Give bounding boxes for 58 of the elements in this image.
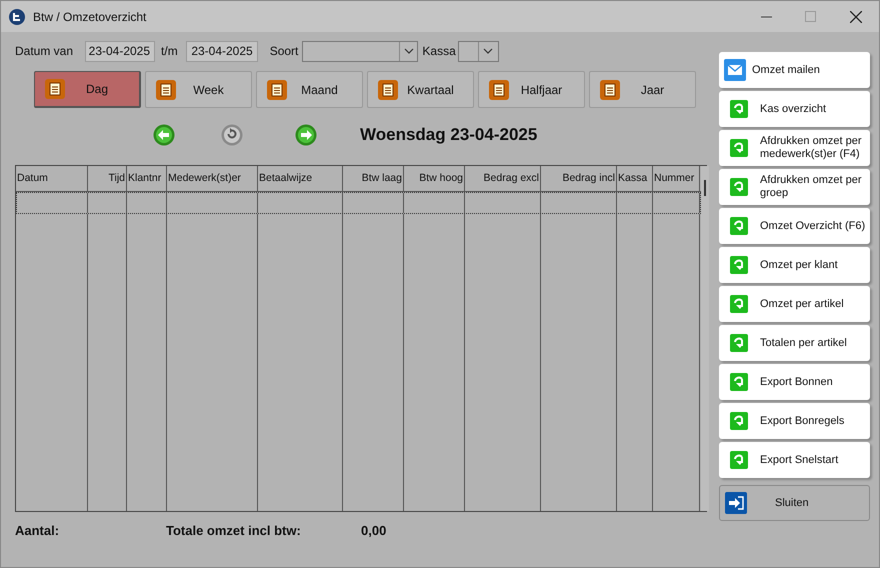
column-header[interactable]: Btw hoog — [404, 166, 465, 191]
close-button[interactable]: Sluiten — [719, 485, 870, 521]
column-header[interactable]: Bedrag excl — [465, 166, 541, 191]
period-tab[interactable]: Jaar — [589, 71, 696, 108]
current-date-heading: Woensdag 23-04-2025 — [360, 124, 538, 146]
date-to-label: t/m — [161, 43, 178, 60]
clipboard-icon — [156, 80, 176, 100]
window-title: Btw / Omzetoverzicht — [33, 8, 146, 26]
column-header[interactable]: Tijd — [88, 166, 127, 191]
refresh-icon[interactable] — [221, 124, 243, 146]
date-from-field[interactable]: 23-04-2025 — [85, 40, 156, 62]
scrollbar[interactable] — [701, 166, 709, 511]
chevron-down-icon — [404, 48, 414, 54]
column-header[interactable]: Betaalwijze — [258, 166, 343, 191]
close-icon[interactable] — [850, 10, 862, 22]
action-button[interactable]: Omzet per artikel — [719, 286, 870, 322]
envelope-icon — [724, 59, 746, 81]
action-button[interactable]: Totalen per artikel — [719, 325, 870, 361]
date-to-field[interactable]: 23-04-2025 — [186, 40, 258, 62]
column-header[interactable]: Bedrag incl — [541, 166, 617, 191]
date-from-label: Datum van — [15, 43, 74, 60]
column-header[interactable]: Klantnr — [127, 166, 167, 191]
column-header[interactable]: Datum — [16, 166, 88, 191]
column-header[interactable]: Nummer — [653, 166, 700, 191]
action-button[interactable]: Afdrukken omzet per medewerk(st)er (F4) — [719, 130, 870, 166]
action-button[interactable]: Export Snelstart — [719, 442, 870, 478]
period-tab[interactable]: Maand — [256, 71, 363, 108]
clipboard-icon — [600, 80, 620, 100]
action-button[interactable]: Omzet Overzicht (F6) — [719, 208, 870, 244]
period-tab[interactable]: Week — [145, 71, 252, 108]
kassa-label: Kassa — [422, 43, 456, 60]
period-tab[interactable]: Kwartaal — [367, 71, 474, 108]
action-button[interactable]: Afdrukken omzet per groep — [719, 169, 870, 205]
chevron-down-icon — [483, 48, 494, 54]
action-button[interactable]: Export Bonregels — [719, 403, 870, 439]
column-header[interactable]: Medewerk(st)er — [167, 166, 258, 191]
clipboard-icon — [267, 80, 287, 100]
clipboard-icon — [489, 80, 509, 100]
back-arrow-icon[interactable] — [153, 124, 175, 146]
exit-icon — [725, 492, 747, 514]
action-button[interactable]: Export Bonnen — [719, 364, 870, 400]
clipboard-icon — [378, 80, 398, 100]
period-tab[interactable]: Halfjaar — [478, 71, 585, 108]
action-button[interactable]: Kas overzicht — [719, 91, 870, 127]
count-label: Aantal: — [15, 522, 60, 540]
clipboard-icon — [45, 79, 65, 99]
period-tab[interactable]: Dag — [34, 71, 141, 108]
total-value: 0,00 — [361, 522, 386, 540]
forward-arrow-icon[interactable] — [295, 124, 317, 146]
column-header[interactable]: Kassa — [617, 166, 653, 191]
soort-label: Soort — [270, 43, 298, 60]
kassa-dropdown[interactable] — [458, 40, 499, 62]
action-button[interactable]: Omzet per klant — [719, 247, 870, 283]
action-button[interactable]: Omzet mailen — [719, 52, 870, 88]
column-header[interactable]: Btw laag — [343, 166, 404, 191]
app-logo-icon — [9, 8, 25, 24]
total-label: Totale omzet incl btw: — [166, 522, 302, 540]
soort-dropdown[interactable] — [302, 40, 418, 62]
